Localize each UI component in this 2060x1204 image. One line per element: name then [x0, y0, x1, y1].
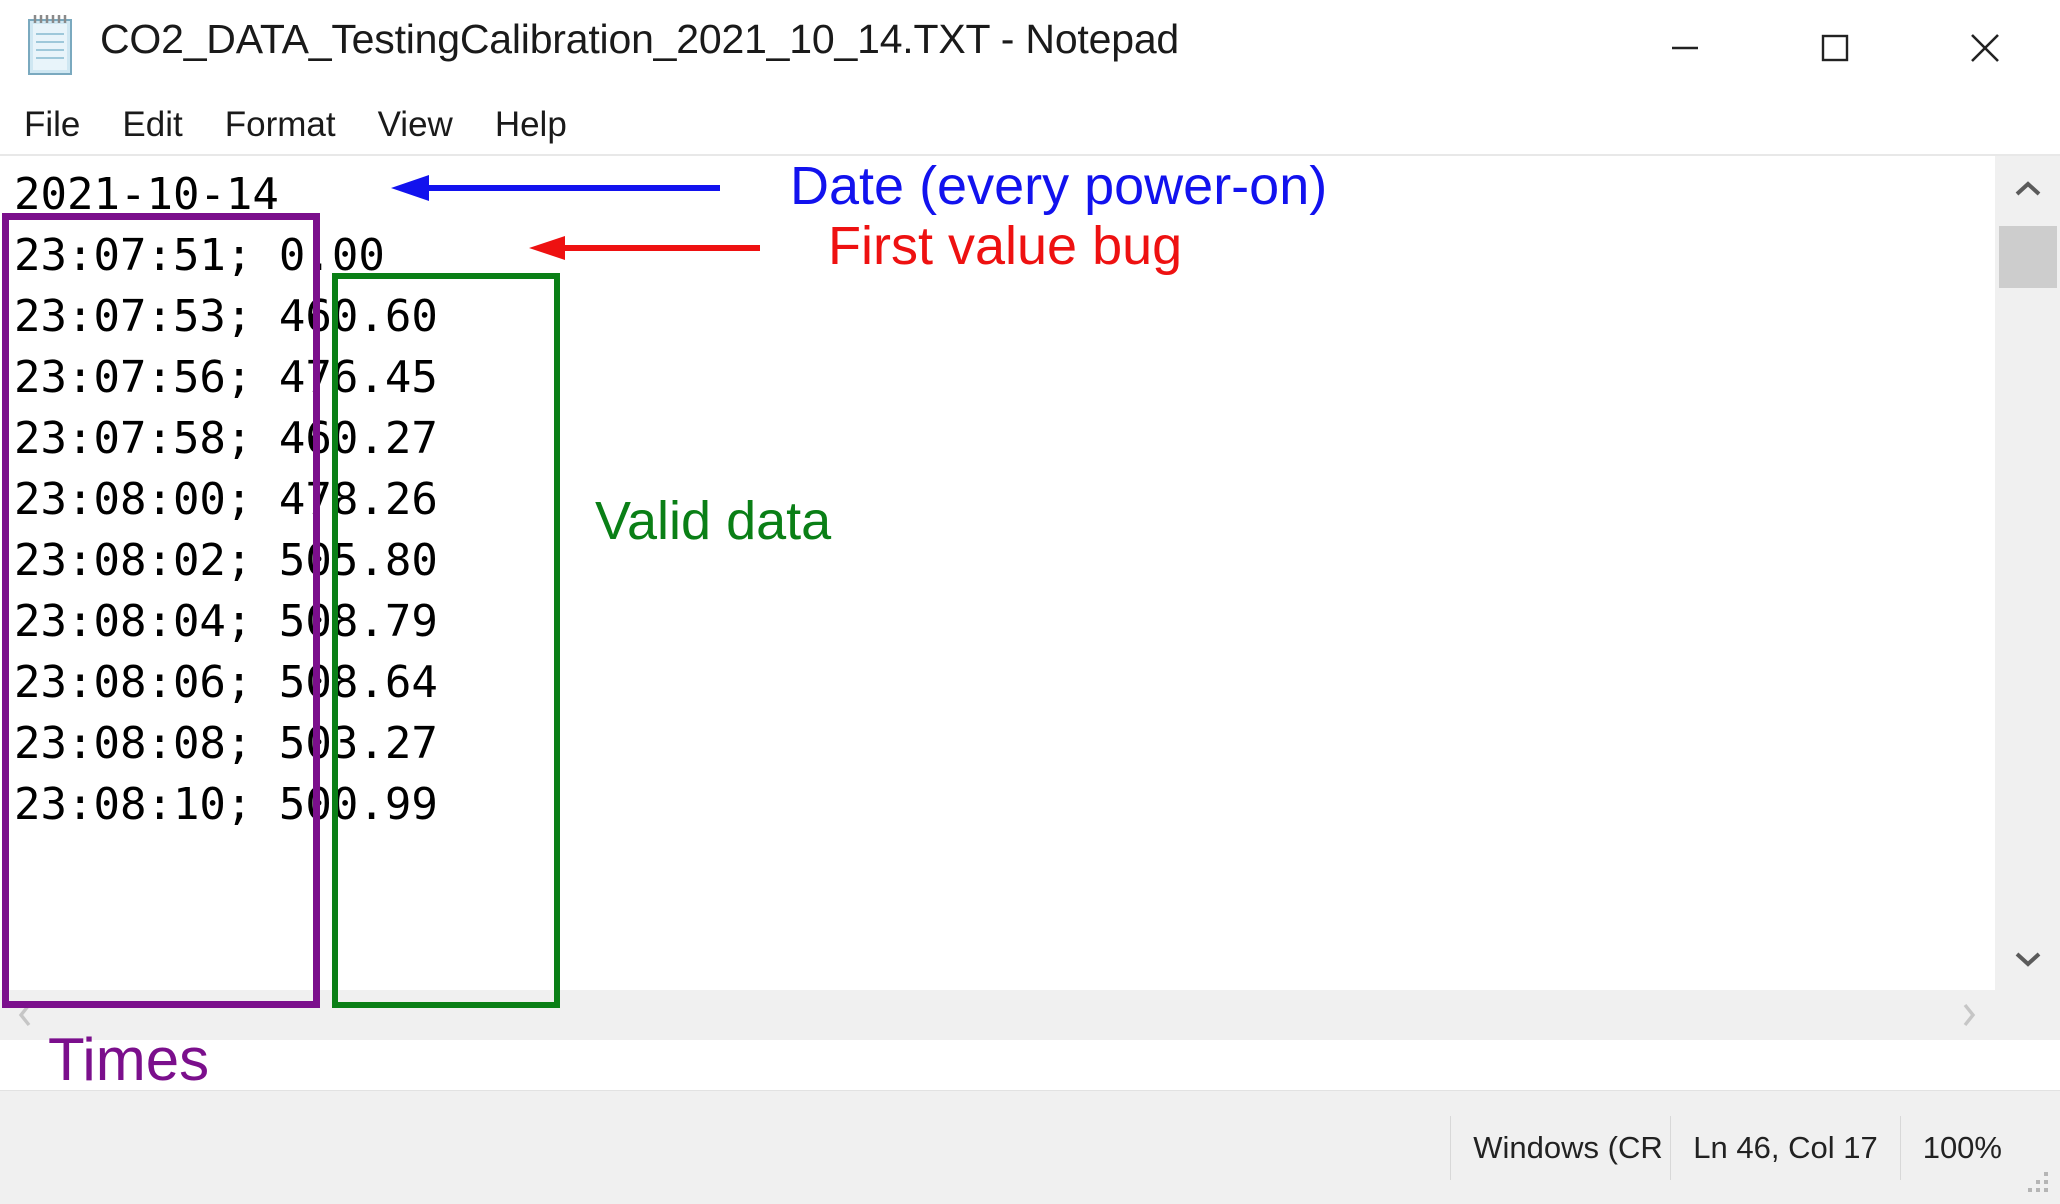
vertical-scrollbar[interactable] — [1994, 156, 2060, 992]
scroll-right-button[interactable] — [1944, 990, 1994, 1040]
annotation-arrow-first-value-bug — [529, 236, 760, 260]
status-bar: Windows (CR Ln 46, Col 17 100% — [0, 1090, 2060, 1204]
menu-bar: File Edit Format View Help — [0, 96, 2060, 154]
window-title: CO2_DATA_TestingCalibration_2021_10_14.T… — [100, 16, 1180, 62]
chevron-down-icon — [2015, 952, 2041, 967]
close-icon — [1971, 34, 1999, 62]
status-cursor-position: Ln 46, Col 17 — [1670, 1116, 1899, 1180]
chevron-right-icon — [1963, 1003, 1976, 1027]
maximize-button[interactable] — [1760, 0, 1910, 96]
title-bar: CO2_DATA_TestingCalibration_2021_10_14.T… — [0, 0, 2060, 96]
resize-grip[interactable] — [2028, 1172, 2052, 1196]
menu-item-view[interactable]: View — [378, 105, 453, 145]
minimize-button[interactable] — [1610, 0, 1760, 96]
status-zoom-level: 100% — [1899, 1116, 2024, 1180]
scroll-down-button[interactable] — [1995, 926, 2060, 992]
window-controls — [1610, 0, 2060, 96]
vertical-scroll-thumb[interactable] — [1999, 226, 2057, 288]
status-cells: Windows (CR Ln 46, Col 17 100% — [1450, 1116, 2024, 1180]
menu-item-edit[interactable]: Edit — [122, 105, 182, 145]
menu-item-format[interactable]: Format — [225, 105, 336, 145]
menu-item-file[interactable]: File — [24, 105, 80, 145]
maximize-icon — [1821, 34, 1849, 62]
notepad-icon — [24, 12, 80, 78]
notepad-window: CO2_DATA_TestingCalibration_2021_10_14.T… — [0, 0, 2060, 1204]
annotation-arrow-date — [391, 175, 720, 201]
annotation-box-valid-data — [332, 273, 560, 1008]
status-line-ending: Windows (CR — [1450, 1116, 1670, 1180]
scroll-up-button[interactable] — [1995, 156, 2060, 222]
minimize-icon — [1672, 46, 1698, 50]
chevron-up-icon — [2015, 181, 2041, 196]
close-button[interactable] — [1910, 0, 2060, 96]
annotation-box-times — [2, 213, 320, 1008]
menu-item-help[interactable]: Help — [495, 105, 567, 145]
